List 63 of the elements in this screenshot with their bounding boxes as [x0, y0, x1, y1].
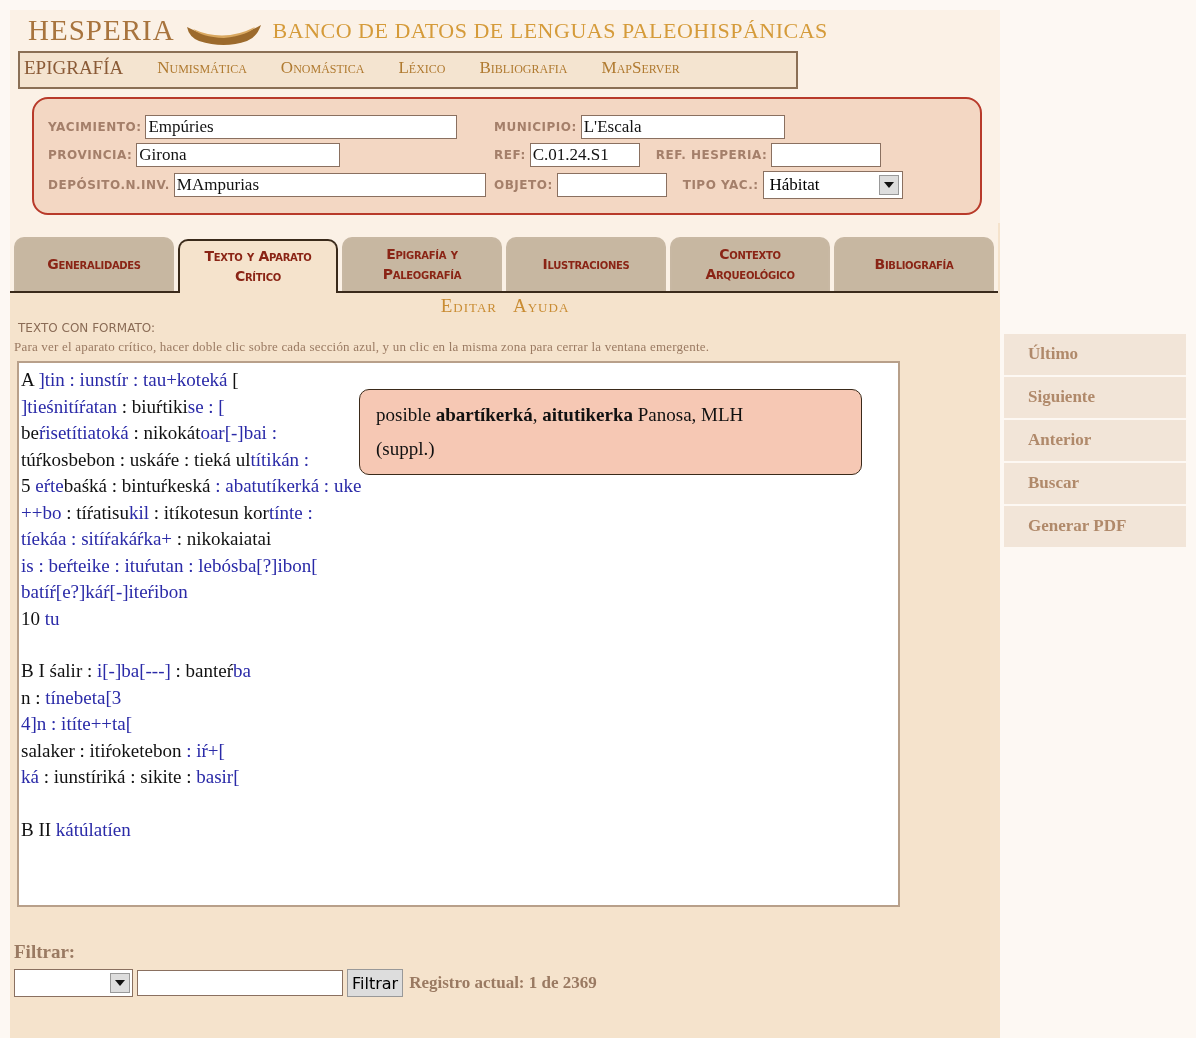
- dropdown-arrow-icon[interactable]: [883, 182, 894, 188]
- field-label: YACIMIENTO:: [48, 120, 142, 134]
- inscription-line: ++bo : tíŕatisukil : itíkotesun kortínte :: [21, 500, 313, 525]
- inscription-line: is : beŕteike : ituŕutan : lebósba[?]ibon[: [21, 553, 318, 578]
- field-label: MUNICIPIO:: [494, 120, 577, 134]
- sidebar-link[interactable]: Buscar: [1004, 463, 1186, 504]
- field-label: TIPO YAC.:: [682, 178, 759, 192]
- field-label: REF. HESPERIA:: [655, 148, 768, 162]
- field-label: OBJETO:: [494, 178, 553, 192]
- input-field[interactable]: Girona: [136, 143, 341, 167]
- inscription-line: ]tieśnitíŕatan : biuŕtikise : [: [21, 394, 225, 419]
- instructions-text: Para ver el aparato crítico, hacer doble clic sobre cada sección azul, y un clic en la misma zona para cerrar la ventana emergente.: [13, 338, 711, 356]
- inscription-line: 4]n : itíte++ta[: [21, 712, 133, 736]
- input-field[interactable]: C.01.24.S1: [529, 143, 640, 167]
- inscription-line: A ]tin : iunstír : tau+koteká [: [21, 368, 239, 392]
- sidebar-link[interactable]: Siguiente: [1004, 377, 1186, 418]
- input-field[interactable]: Empúries: [145, 115, 458, 139]
- inscription-line: túŕkosbebon : uskáŕe : tieká ultítikán :: [21, 447, 310, 472]
- action-link[interactable]: Ayuda: [513, 295, 570, 317]
- inscription-line: B I śalir : i[-]ba[---] : banteŕba: [21, 659, 252, 683]
- input-field[interactable]: L'Escala: [580, 115, 785, 139]
- nav-link[interactable]: MapServer: [601, 58, 680, 78]
- filter-select[interactable]: [14, 969, 133, 997]
- action-link[interactable]: Editar: [440, 295, 497, 317]
- sidebar-link[interactable]: Generar PDF: [1004, 506, 1186, 547]
- input-field[interactable]: MAmpurias: [173, 173, 486, 197]
- tab[interactable]: Contexto Arqueológico: [670, 237, 830, 291]
- inscription-line: ká : iunstíriká : sikite : basir[: [21, 765, 240, 789]
- tipo-select[interactable]: Hábitat: [762, 171, 903, 199]
- inscription-line: tíekáa : sitíŕakáŕka+ : nikokaiatai: [21, 527, 272, 551]
- input-field[interactable]: [771, 143, 882, 167]
- inscription-line: n : tínebeta[3: [21, 685, 122, 710]
- input-field[interactable]: [556, 173, 667, 197]
- tab[interactable]: Epigrafía y Paleografía: [342, 237, 502, 291]
- nav-link[interactable]: Onomástica: [280, 58, 365, 78]
- critical-note-popup: posible abartíkerká, aitutikerka Panosa, MLH (suppl.): [359, 389, 862, 475]
- inscription-line: B II kátúlatíen: [21, 817, 131, 842]
- sidebar-link[interactable]: Último: [1004, 334, 1186, 375]
- tab[interactable]: Texto y Aparato Crítico: [178, 239, 338, 293]
- record-status: Registro actual: 1 de 2369: [409, 973, 597, 993]
- nav-link[interactable]: Léxico: [398, 58, 446, 78]
- inscription-line: beŕisetítiatoká : nikokátoar[-]bai :: [21, 421, 277, 445]
- nav-link[interactable]: Bibliografia: [479, 58, 568, 78]
- field-label: PROVINCIA:: [48, 148, 133, 162]
- inscription-line: batíŕ[e?]káŕ[-]iteŕibon: [21, 580, 188, 604]
- tab[interactable]: Ilustraciones: [506, 237, 666, 291]
- tab[interactable]: Generalidades: [14, 237, 174, 291]
- inscription-line: 10 tu: [21, 606, 60, 631]
- site-subtitle: BANCO DE DATOS DE LENGUAS PALEOHISPÁNICAS: [272, 17, 828, 44]
- sidebar-link[interactable]: Anterior: [1004, 420, 1186, 461]
- filter-label: Filtrar:: [14, 941, 77, 963]
- inscription-line: salaker : itiŕoketebon : iŕ+[: [21, 738, 225, 763]
- section-heading: TEXTO CON FORMATO:: [17, 320, 157, 335]
- field-label: REF:: [494, 148, 526, 162]
- dropdown-arrow-icon[interactable]: [115, 980, 125, 986]
- tab[interactable]: Bibliografía: [834, 237, 994, 291]
- inscription-line: 5 eŕtebaśká : bintuŕkeská : abatutíkerká : uke: [21, 474, 362, 498]
- field-label: DEPÓSITO.N.INV.: [48, 178, 170, 192]
- site-title: HESPERIA: [28, 14, 175, 47]
- nav-link[interactable]: EPIGRAFÍA: [24, 57, 124, 79]
- nav-link[interactable]: Numismática: [157, 58, 247, 78]
- filter-button[interactable]: Filtrar: [347, 969, 404, 997]
- filter-input[interactable]: [137, 970, 343, 996]
